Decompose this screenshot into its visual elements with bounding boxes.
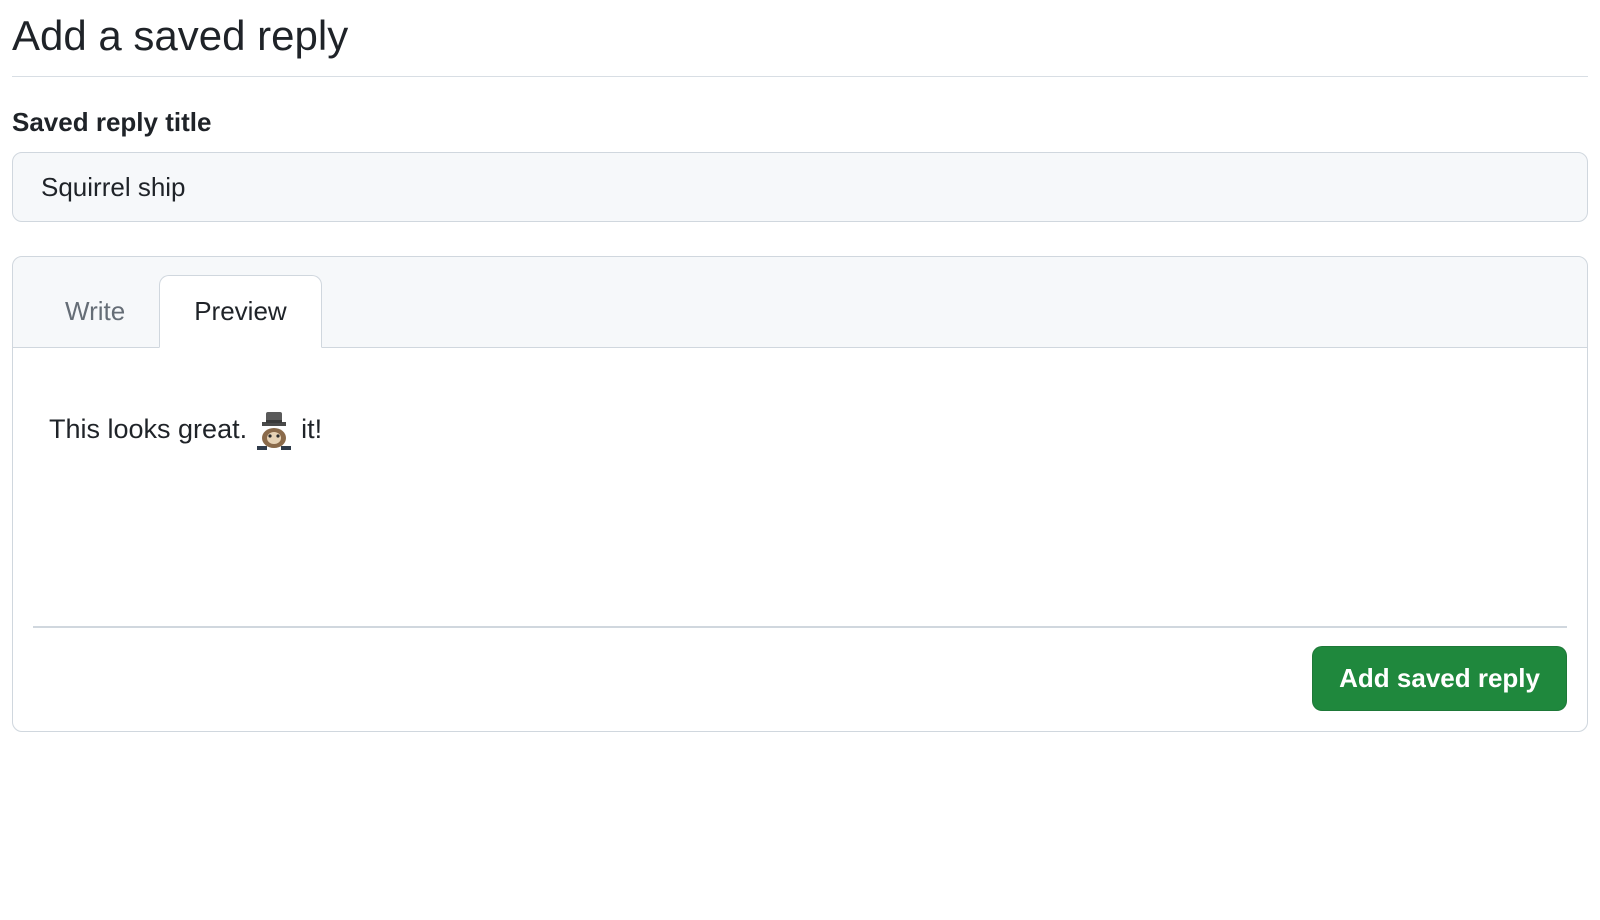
editor-actions: Add saved reply [33, 628, 1567, 711]
preview-text-after: it! [301, 414, 322, 445]
title-input[interactable] [12, 152, 1588, 222]
tab-write[interactable]: Write [31, 276, 159, 347]
editor-tabs: Write Preview [13, 257, 1587, 347]
add-saved-reply-button[interactable]: Add saved reply [1312, 646, 1567, 711]
tab-preview[interactable]: Preview [159, 275, 321, 348]
reply-editor: Write Preview This looks great. [12, 256, 1588, 732]
shipit-squirrel-icon [253, 408, 295, 450]
page-title: Add a saved reply [12, 12, 1588, 77]
preview-text-before: This looks great. [49, 414, 247, 445]
preview-area: This looks great. [33, 368, 1567, 628]
editor-body: This looks great. [13, 347, 1587, 731]
title-field-label: Saved reply title [12, 107, 1588, 138]
